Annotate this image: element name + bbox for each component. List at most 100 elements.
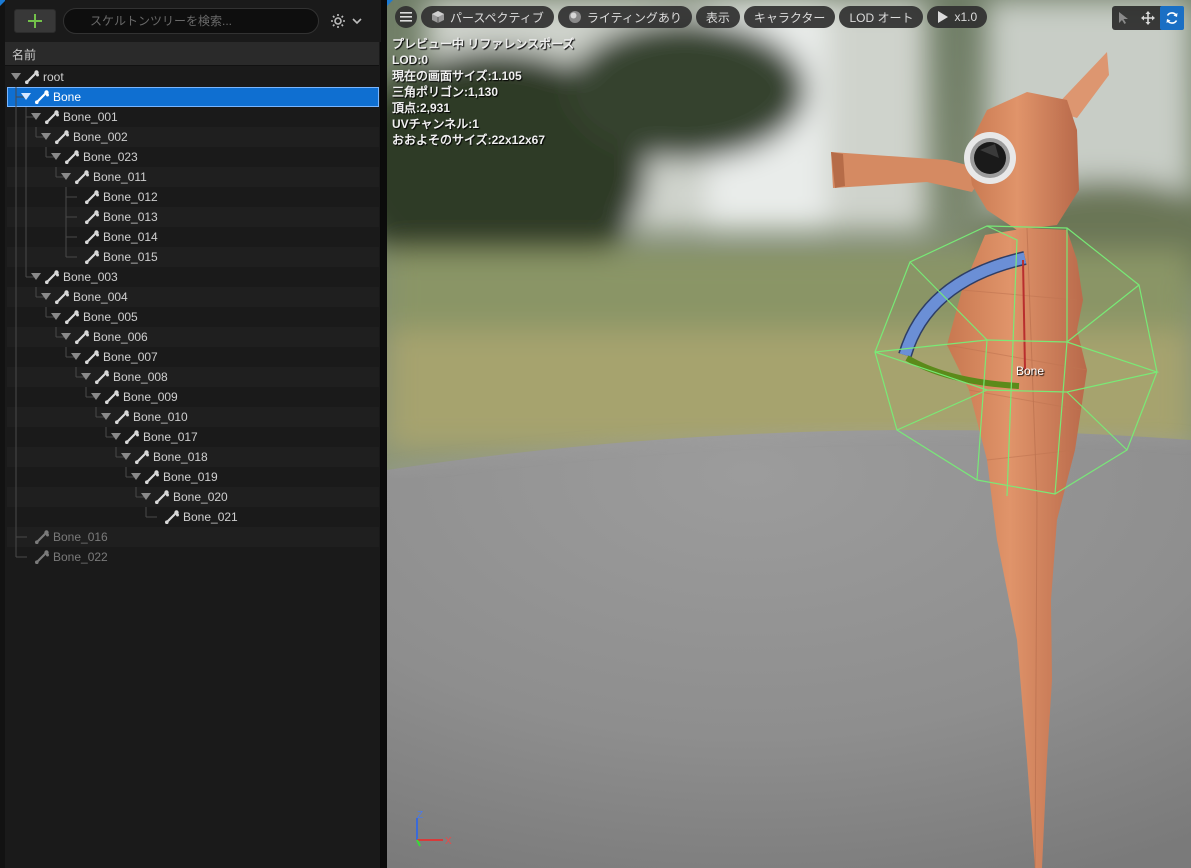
bone-icon <box>34 549 50 565</box>
skeleton-tree-panel: 名前 root Bone Bone_001 Bone_002 Bone_023 Bone_… <box>0 0 381 868</box>
bone-tree-row[interactable]: Bone_020 <box>7 487 379 507</box>
stat-line: 三角ポリゴン:1,130 <box>392 85 499 99</box>
bone-tree-row[interactable]: Bone_014 <box>7 227 379 247</box>
bone-tree-row[interactable]: Bone_021 <box>7 507 379 527</box>
expand-arrow-icon[interactable] <box>121 453 131 460</box>
bone-icon <box>114 409 130 425</box>
bone-icon <box>64 149 80 165</box>
expand-arrow-icon[interactable] <box>41 293 51 300</box>
bone-tree-row[interactable]: Bone_018 <box>7 447 379 467</box>
bone-name: Bone_003 <box>63 270 118 284</box>
expand-arrow-icon[interactable] <box>131 473 141 480</box>
bone-tree-row[interactable]: Bone_004 <box>7 287 379 307</box>
skeleton-search-input[interactable] <box>63 8 319 34</box>
bone-tree-row[interactable]: Bone_016 <box>7 527 379 547</box>
expand-arrow-icon[interactable] <box>31 113 41 120</box>
bone-icon <box>104 389 120 405</box>
plus-icon <box>28 14 42 28</box>
bone-icon <box>84 249 100 265</box>
bone-name: Bone_015 <box>103 250 158 264</box>
viewport-menu-button[interactable] <box>395 6 417 28</box>
lighting-button[interactable]: ライティングあり <box>557 6 692 28</box>
lod-label: LOD オート <box>849 10 914 25</box>
bone-icon <box>74 329 90 345</box>
stat-line: UVチャンネル:1 <box>392 117 479 131</box>
expand-arrow-icon[interactable] <box>31 273 41 280</box>
expand-arrow-icon[interactable] <box>71 353 81 360</box>
bone-tree-row[interactable]: Bone_019 <box>7 467 379 487</box>
transform-tools <box>1112 6 1184 30</box>
axis-z-label: Z <box>417 810 423 821</box>
lit-sphere-icon <box>568 11 581 23</box>
expand-arrow-icon[interactable] <box>61 333 71 340</box>
bone-icon <box>164 509 180 525</box>
expand-arrow-icon[interactable] <box>11 73 21 80</box>
bone-tree-row[interactable]: Bone_002 <box>7 127 379 147</box>
tree-guide-lines <box>15 227 77 247</box>
bone-tree-row[interactable]: Bone_006 <box>7 327 379 347</box>
bone-name: Bone_013 <box>103 210 158 224</box>
stat-line: おおよそのサイズ:22x12x67 <box>392 133 546 147</box>
bone-tree-row[interactable]: Bone <box>7 87 379 107</box>
expand-arrow-icon[interactable] <box>111 433 121 440</box>
viewport-toolbar: パースペクティブ ライティングあり 表示 キャラクター LOD オート x1.0 <box>395 6 988 28</box>
bone-tree-row[interactable]: Bone_008 <box>7 367 379 387</box>
expand-arrow-icon[interactable] <box>41 133 51 140</box>
tree-guide-lines <box>15 147 57 167</box>
name-column-header[interactable]: 名前 <box>5 42 379 66</box>
expand-arrow-icon[interactable] <box>91 393 101 400</box>
tree-guide-lines <box>15 247 77 267</box>
bone-icon <box>84 189 100 205</box>
expand-arrow-icon[interactable] <box>81 373 91 380</box>
bone-tree-row[interactable]: Bone_003 <box>7 267 379 287</box>
bone-tree-row[interactable]: Bone_005 <box>7 307 379 327</box>
bone-name: Bone_010 <box>133 410 188 424</box>
bone-tree-row[interactable]: Bone_022 <box>7 547 379 567</box>
tree-guide-lines <box>15 207 77 227</box>
expand-arrow-icon[interactable] <box>21 93 31 100</box>
bone-tree-row[interactable]: Bone_017 <box>7 427 379 447</box>
rotate-icon <box>1166 12 1178 24</box>
character-label: キャラクター <box>753 10 826 25</box>
bone-icon <box>34 89 50 105</box>
selected-bone-label: Bone <box>1016 364 1045 378</box>
perspective-button[interactable]: パースペクティブ <box>421 6 554 28</box>
bone-tree-row[interactable]: Bone_015 <box>7 247 379 267</box>
settings-button[interactable] <box>329 11 365 31</box>
expand-arrow-icon[interactable] <box>51 153 61 160</box>
bone-tree-row[interactable]: Bone_011 <box>7 167 379 187</box>
bone-tree-row[interactable]: Bone_007 <box>7 347 379 367</box>
bone-icon <box>84 209 100 225</box>
axis-indicator: Z X <box>416 810 452 847</box>
bone-icon <box>24 69 40 85</box>
bone-tree-row[interactable]: Bone_010 <box>7 407 379 427</box>
expand-arrow-icon[interactable] <box>51 313 61 320</box>
bone-name: Bone_011 <box>93 170 147 184</box>
lod-button[interactable]: LOD オート <box>839 6 924 28</box>
expand-arrow-icon[interactable] <box>141 493 151 500</box>
bone-tree-row[interactable]: Bone_012 <box>7 187 379 207</box>
bone-name: Bone_001 <box>63 110 118 124</box>
expand-arrow-icon[interactable] <box>101 413 111 420</box>
tree-guide-lines <box>15 407 107 427</box>
select-tool[interactable] <box>1112 6 1136 30</box>
bone-tree-row[interactable]: root <box>7 67 379 87</box>
tree-guide-lines <box>15 187 77 207</box>
add-button[interactable] <box>14 9 56 33</box>
tree-guide-lines <box>15 387 97 407</box>
bone-name: Bone_009 <box>123 390 178 404</box>
rotate-tool[interactable] <box>1160 6 1184 30</box>
character-button[interactable]: キャラクター <box>743 6 836 28</box>
move-tool[interactable] <box>1136 6 1160 30</box>
bone-tree-row[interactable]: Bone_013 <box>7 207 379 227</box>
show-button[interactable]: 表示 <box>695 6 740 28</box>
bone-tree-row[interactable]: Bone_023 <box>7 147 379 167</box>
bone-name: Bone_014 <box>103 230 158 244</box>
bone-tree-row[interactable]: Bone_009 <box>7 387 379 407</box>
bone-tree-row[interactable]: Bone_001 <box>7 107 379 127</box>
expand-arrow-icon[interactable] <box>61 173 71 180</box>
preview-viewport[interactable]: パースペクティブ ライティングあり 表示 キャラクター LOD オート x1.0 <box>387 0 1191 868</box>
stat-line: LOD:0 <box>392 53 428 67</box>
bone-name: Bone_006 <box>93 330 148 344</box>
playback-speed-button[interactable]: x1.0 <box>927 6 988 28</box>
